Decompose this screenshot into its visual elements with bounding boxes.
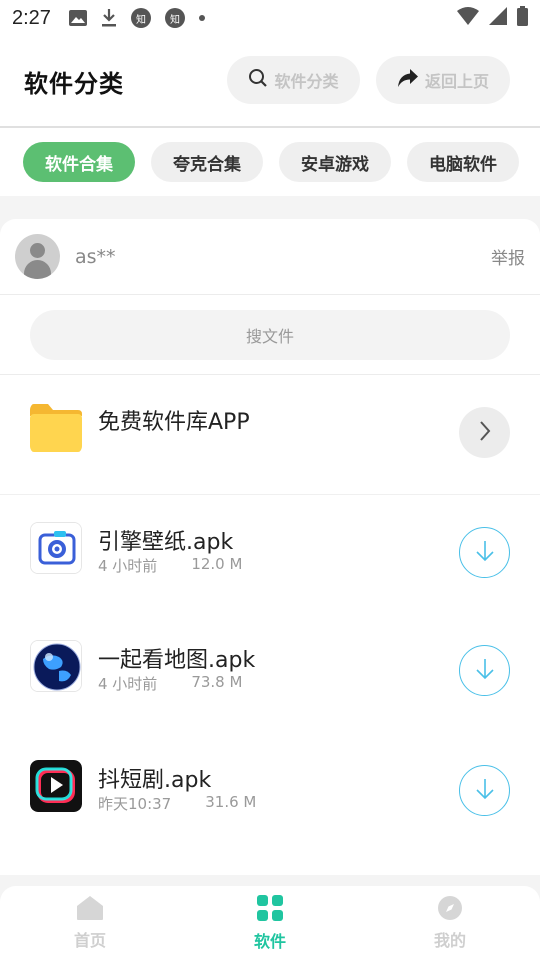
nav-home[interactable]: 首页 — [0, 886, 180, 960]
file-search-wrap: 搜文件 — [0, 295, 540, 375]
file-name: 一起看地图.apk — [98, 648, 256, 673]
signal-icon — [489, 6, 507, 30]
download-arrow-icon — [474, 777, 496, 805]
file-meta: 昨天10:37 31.6 M — [98, 793, 256, 814]
username: as** — [75, 245, 116, 268]
download-icon — [101, 9, 117, 27]
folder-row[interactable]: 免费软件库APP — [0, 375, 540, 495]
zhihu-icon: 知 — [130, 8, 151, 28]
nav-software-label: 软件 — [253, 932, 286, 951]
report-link[interactable]: 举报 — [491, 244, 525, 269]
download-arrow-icon — [474, 539, 496, 567]
folder-icon — [30, 402, 82, 454]
grid-icon — [256, 894, 284, 926]
category-search-button[interactable]: 软件分类 — [227, 56, 360, 104]
video-app-icon — [30, 760, 82, 812]
dot-icon — [198, 15, 205, 21]
tab-software-collection[interactable]: 软件合集 — [23, 142, 135, 182]
image-icon — [68, 10, 87, 26]
chevron-right-icon — [478, 420, 492, 446]
download-button[interactable] — [459, 765, 510, 816]
globe-app-icon — [30, 640, 82, 692]
file-search-input[interactable]: 搜文件 — [30, 309, 510, 360]
zhihu-icon: 知 — [164, 8, 185, 28]
category-tabs: 软件合集 夸克合集 安卓游戏 电脑软件 — [0, 128, 540, 196]
file-row[interactable]: 抖短剧.apk 昨天10:37 31.6 M — [0, 733, 540, 853]
tab-android-games[interactable]: 安卓游戏 — [279, 142, 391, 182]
page-header: 软件分类 软件分类 返回上页 — [0, 36, 540, 128]
file-size: 12.0 M — [191, 555, 243, 573]
nav-home-label: 首页 — [73, 931, 106, 950]
download-button[interactable] — [459, 645, 510, 696]
bottom-nav: 首页 软件 我的 — [0, 886, 540, 960]
nav-mine-label: 我的 — [433, 931, 466, 950]
file-size: 31.6 M — [205, 793, 257, 811]
tab-quark-collection[interactable]: 夸克合集 — [151, 142, 263, 182]
file-row[interactable]: 一起看地图.apk 4 小时前 73.8 M — [0, 613, 540, 733]
category-search-label: 软件分类 — [274, 72, 339, 91]
page-title: 软件分类 — [24, 69, 124, 98]
wifi-icon — [457, 6, 479, 30]
status-time: 2:27 — [12, 6, 51, 29]
compass-icon — [437, 895, 463, 925]
file-name: 抖短剧.apk — [98, 768, 212, 793]
user-row: as** 举报 — [0, 219, 540, 295]
file-meta: 4 小时前 73.8 M — [98, 673, 242, 694]
download-button[interactable] — [459, 527, 510, 578]
file-size: 73.8 M — [191, 673, 243, 691]
back-label: 返回上页 — [424, 72, 489, 91]
file-time: 4 小时前 — [98, 557, 158, 575]
file-name: 引擎壁纸.apk — [98, 530, 234, 555]
wallpaper-app-icon — [30, 522, 82, 574]
status-bar: 2:27 知 知 — [0, 0, 540, 36]
file-row[interactable]: 引擎壁纸.apk 4 小时前 12.0 M — [0, 495, 540, 615]
open-folder-button[interactable] — [459, 407, 510, 458]
share-arrow-icon — [397, 68, 419, 92]
avatar[interactable] — [15, 234, 60, 279]
file-time: 4 小时前 — [98, 675, 158, 693]
download-arrow-icon — [474, 657, 496, 685]
tab-pc-software[interactable]: 电脑软件 — [407, 142, 519, 182]
home-icon — [76, 895, 104, 925]
file-meta: 4 小时前 12.0 M — [98, 555, 242, 576]
back-button[interactable]: 返回上页 — [376, 56, 510, 104]
file-list-card: as** 举报 搜文件 免费软件库APP 引擎壁纸.apk 4 小时前 12.0… — [0, 219, 540, 875]
nav-software[interactable]: 软件 — [180, 886, 360, 960]
file-time: 昨天10:37 — [98, 795, 172, 813]
folder-name: 免费软件库APP — [98, 410, 250, 435]
nav-mine[interactable]: 我的 — [360, 886, 540, 960]
search-icon — [248, 68, 268, 92]
battery-icon — [517, 5, 528, 31]
